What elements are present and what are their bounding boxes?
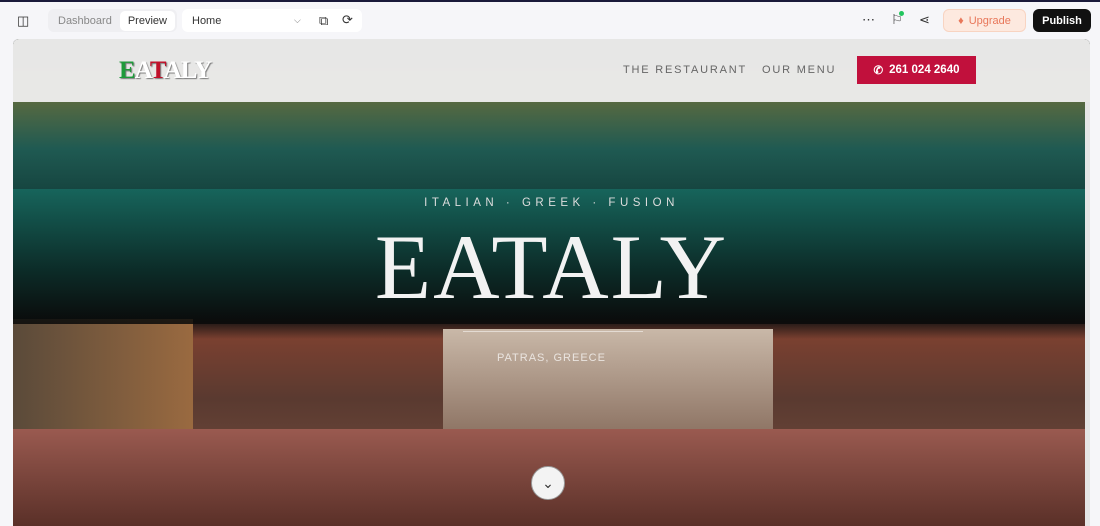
site-logo[interactable]: EATALY [119,57,212,85]
nav-our-menu[interactable]: OUR MENU [762,64,836,76]
scrollbar[interactable] [1085,102,1090,526]
nav-the-restaurant[interactable]: THE RESTAURANT [623,64,747,76]
tab-preview[interactable]: Preview [119,10,175,31]
upgrade-button[interactable]: ♦ Upgrade [943,9,1026,32]
phone-button[interactable]: ✆ 261 024 2640 [857,56,976,84]
chevron-down-icon: ⌵ [294,15,301,25]
upgrade-label: Upgrade [968,14,1011,27]
hero-title: EATALY [374,216,729,318]
hero-location: PATRAS, GREECE [497,352,606,364]
feedback-icon[interactable]: ⚐ [891,11,904,28]
mode-switch: Dashboard Preview [48,9,177,32]
share-icon[interactable]: ⋖ [919,12,930,28]
chevron-down-icon: ⌄ [542,474,554,491]
divider [463,331,643,332]
publish-button[interactable]: Publish [1033,9,1091,32]
more-icon[interactable]: ⋯ [862,12,875,28]
status-dot [899,11,904,16]
page-select-value: Home [192,14,222,27]
hero-tagline: ITALIAN · GREEK · FUSION [424,197,679,209]
editor-toolbar: ◫ Dashboard Preview Home ⌵ ⧉ ⟳ ⋯ ⚐ ⋖ ♦ Up… [0,2,1100,38]
phone-icon: ✆ [873,65,884,77]
responsive-view-icon[interactable]: ⧉ [319,13,328,29]
site-header: EATALY THE RESTAURANT OUR MENU ✆ 261 024 … [13,39,1090,102]
page-select[interactable]: Home ⌵ [182,9,362,32]
sidebar-toggle-icon[interactable]: ◫ [17,13,29,29]
scroll-down-button[interactable]: ⌄ [531,466,565,500]
tab-dashboard[interactable]: Dashboard [50,11,120,31]
phone-number: 261 024 2640 [889,64,960,76]
refresh-icon[interactable]: ⟳ [342,12,353,28]
gem-icon: ♦ [958,14,964,27]
site-preview: EATALY THE RESTAURANT OUR MENU ✆ 261 024 … [13,39,1090,526]
